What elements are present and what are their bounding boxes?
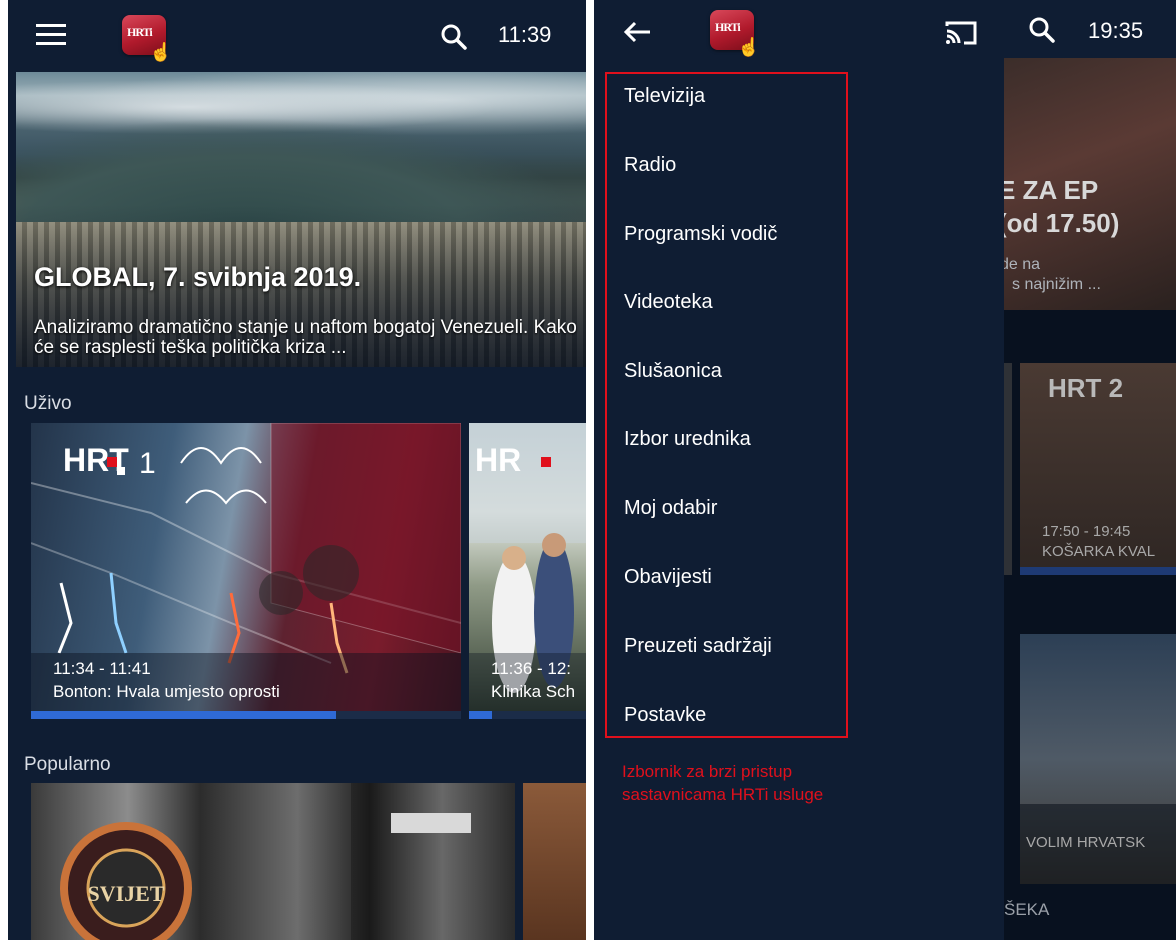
peek-card-2: VOLIM HRVATSK (1020, 634, 1176, 884)
peek-card-title: KOŠARKA KVAL (1042, 543, 1156, 560)
popular-card-thumbnail (523, 783, 586, 940)
app-bar: HRTi ☝ 11:39 (8, 0, 586, 66)
cast-icon[interactable] (944, 20, 978, 46)
peek-card-time: 17:50 - 19:45 (1042, 523, 1131, 540)
menu-item-preuzeti-sadrzaji[interactable]: Preuzeti sadržaji (624, 635, 772, 658)
hero-description: Analiziramo dramatično stanje u naftom b… (34, 317, 577, 358)
hero-title: GLOBAL, 7. svibnja 2019. (34, 262, 362, 292)
peek-hero-desc-1: de na (1000, 256, 1041, 273)
menu-item-moj-odabir[interactable]: Moj odabir (624, 497, 717, 520)
svg-text:SVIJET: SVIJET (87, 881, 164, 906)
peek-card-2-title: VOLIM HRVATSK (1026, 834, 1146, 851)
svg-text:HR: HR (475, 442, 521, 478)
menu-item-obavijesti[interactable]: Obavijesti (624, 566, 712, 589)
section-popular-title: Popularno (24, 754, 111, 775)
status-time: 11:39 (498, 22, 552, 47)
live-card-progress-fill (31, 711, 337, 719)
live-card-hrt2[interactable]: HR 11:36 - 12: Klinika Sch (469, 423, 586, 719)
menu-item-televizija[interactable]: Televizija (624, 85, 705, 108)
live-card-title: Bonton: Hvala umjesto oprosti (53, 682, 280, 701)
screen-home: HRTi ☝ 11:39 GLOBAL, 7. svibnja 2019. Ana… (8, 0, 586, 940)
peek-card-progress (1020, 567, 1176, 575)
logo-text: HRTi (715, 20, 741, 34)
live-card-progress (31, 711, 461, 719)
peek-section-title: ŠEKA (1004, 900, 1050, 919)
navigation-drawer: Televizija Radio Programski vodič Videot… (594, 58, 1004, 940)
back-arrow-icon[interactable] (622, 20, 652, 44)
live-card-time: 11:34 - 11:41 (53, 659, 151, 678)
screen-menu-open: HRTi ☝ 19:35 E ZA EP (od 17.50) de na s n… (594, 0, 1176, 940)
live-card-hrt1[interactable]: HRT 1 11:34 - 11:41 Bonton: Hvala umjest… (31, 423, 461, 719)
live-card-time: 11:36 - 12: (491, 659, 572, 678)
peek-hero-desc-2: s najnižim ... (1012, 276, 1101, 293)
app-bar: HRTi ☝ 19:35 (594, 0, 1176, 66)
hand-cursor-icon: ☝ (149, 42, 172, 62)
peek-hero-subtitle: (od 17.50) (998, 208, 1120, 238)
svg-text:1: 1 (139, 447, 156, 480)
popular-card[interactable]: SVIJET (31, 783, 515, 940)
peek-card-channel: HRT 2 (1048, 373, 1124, 403)
popular-card-2[interactable] (523, 783, 586, 940)
menu-item-slusaonica[interactable]: Slušaonica (624, 360, 722, 383)
menu-item-radio[interactable]: Radio (624, 154, 676, 177)
status-time: 19:35 (1088, 18, 1144, 43)
search-icon[interactable] (1028, 16, 1056, 44)
section-live-title: Uživo (24, 393, 72, 414)
popular-illustration: SVIJET (60, 783, 515, 940)
live-card-title: Klinika Sch (491, 682, 576, 701)
hand-cursor-icon: ☝ (737, 37, 760, 57)
hrti-logo[interactable]: HRTi ☝ (710, 10, 760, 57)
menu-item-izbor-urednika[interactable]: Izbor urednika (624, 428, 751, 451)
peek-hero-title: E ZA EP (998, 175, 1099, 205)
menu-item-postavke[interactable]: Postavke (624, 704, 706, 727)
logo-text: HRTi (127, 25, 153, 39)
live-card-progress (469, 711, 586, 719)
menu-annotation: Izbornik za brzi pristup sastavnicama HR… (622, 762, 824, 804)
search-icon[interactable] (440, 23, 468, 51)
peek-card-edge (1004, 363, 1012, 575)
menu-icon[interactable] (36, 24, 70, 46)
menu-item-videoteka[interactable]: Videoteka (624, 291, 713, 314)
peek-card: HRT 2 17:50 - 19:45 KOŠARKA KVAL (1020, 363, 1176, 575)
dimmed-background: E ZA EP (od 17.50) de na s najnižim ... … (998, 58, 1176, 940)
live-card-progress-fill (469, 711, 493, 719)
menu-item-programski-vodic[interactable]: Programski vodič (624, 223, 777, 246)
hrti-logo[interactable]: HRTi ☝ (122, 15, 172, 62)
